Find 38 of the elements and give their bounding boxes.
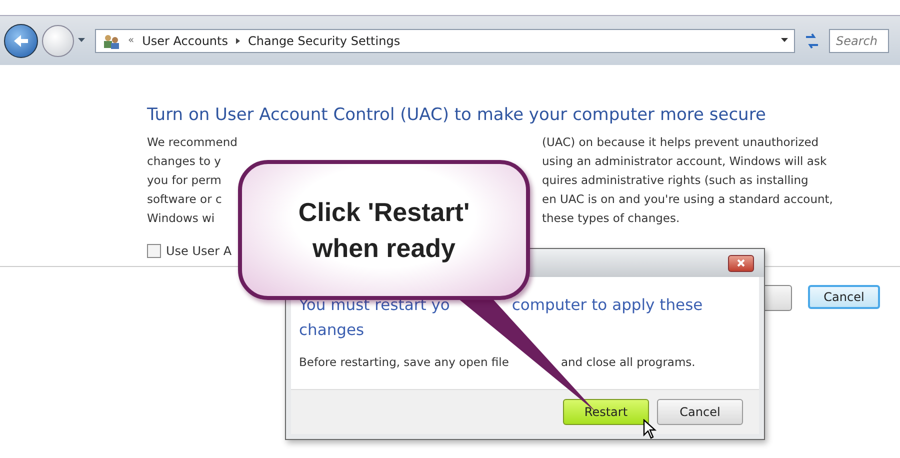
back-button[interactable]: [4, 24, 38, 58]
close-button[interactable]: [728, 254, 754, 272]
ok-button[interactable]: [763, 285, 792, 311]
paragraph-text: these types of changes.: [542, 210, 680, 227]
overflow-chevron[interactable]: «: [128, 35, 134, 46]
paragraph-text: you for perm: [147, 172, 222, 189]
dialog-message: Before restarting, save any open file: [299, 355, 509, 369]
cancel-button[interactable]: Cancel: [808, 285, 880, 309]
mouse-pointer-icon: [643, 419, 657, 441]
address-dropdown-icon[interactable]: [781, 38, 788, 43]
separator-arrow-icon[interactable]: [236, 38, 240, 44]
history-dropdown-icon[interactable]: [78, 38, 85, 43]
breadcrumb-item[interactable]: Change Security Settings: [248, 34, 400, 48]
dialog-heading: changes: [299, 320, 364, 341]
dialog-heading: You must restart yo: [299, 295, 450, 316]
close-icon: [737, 259, 745, 267]
restart-button[interactable]: Restart: [563, 399, 649, 425]
callout-text: Click 'Restart' when ready: [297, 196, 471, 265]
checkbox-label[interactable]: Use User A: [166, 244, 232, 258]
paragraph-text: software or c: [147, 191, 222, 208]
cancel-button[interactable]: Cancel: [657, 399, 743, 425]
paragraph-text: en UAC is on and you're using a standard account,: [542, 191, 833, 208]
refresh-icon[interactable]: [803, 32, 821, 48]
paragraph-text: quires administrative rights (such as installing: [542, 172, 808, 189]
page-heading: Turn on User Account Control (UAC) to make your computer more secure: [147, 105, 767, 125]
search-field[interactable]: Search: [829, 28, 889, 52]
breadcrumb-item[interactable]: User Accounts: [142, 34, 228, 48]
dialog-message: and close all programs.: [560, 355, 696, 369]
paragraph-text: changes to y: [147, 153, 221, 170]
paragraph-text: We recommend: [147, 134, 238, 151]
paragraph-text: Windows wi: [147, 210, 215, 227]
paragraph-text: using an administrator account, Windows will ask: [542, 153, 827, 170]
address-bar[interactable]: « User Accounts Change Security Settings: [95, 28, 795, 52]
dialog-heading: computer to apply these: [512, 295, 703, 316]
checkbox[interactable]: [147, 244, 161, 258]
left-arrow-icon: [12, 34, 30, 48]
paragraph-text: (UAC) on because it helps prevent unauthorized: [542, 134, 819, 151]
users-icon: [102, 32, 120, 48]
